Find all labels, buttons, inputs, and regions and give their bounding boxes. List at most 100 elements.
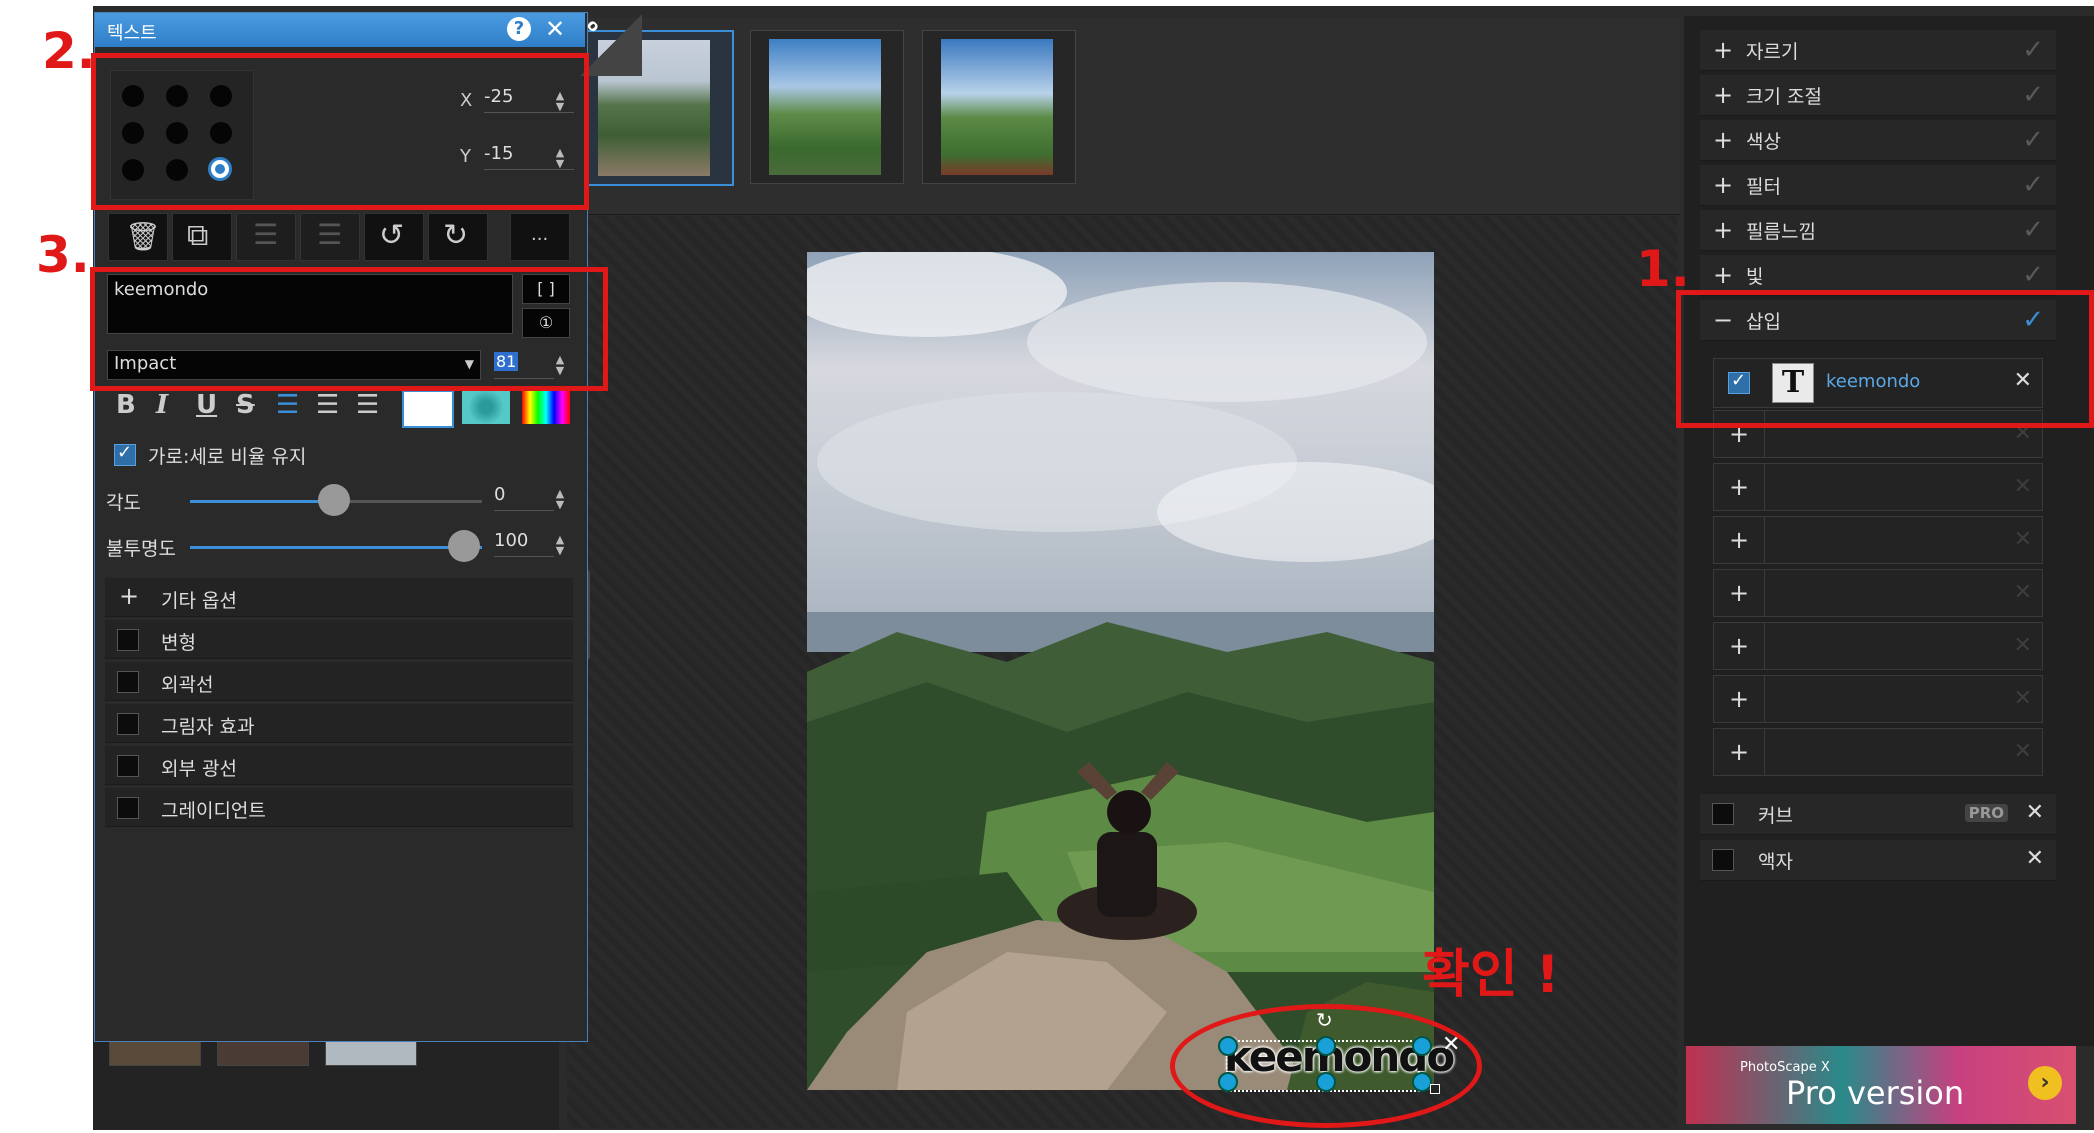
section-crop[interactable]: + 자르기 ✓ (1700, 30, 2056, 71)
opacity-slider-thumb[interactable] (448, 530, 480, 562)
opacity-label: 불투명도 (106, 538, 176, 560)
plus-icon: + (1714, 517, 1765, 563)
option-checkbox[interactable] (117, 713, 139, 735)
empty-insert-slot[interactable]: + ✕ (1713, 463, 2043, 511)
bring-forward-button[interactable]: ☰ (236, 213, 296, 261)
angle-spin-icon[interactable]: ▲ ▼ (554, 488, 566, 510)
section-frame[interactable]: 액자 ✕ (1700, 840, 2056, 881)
option-checkbox[interactable] (117, 629, 139, 651)
option-row[interactable]: 외곽선 (105, 662, 573, 701)
background-swatch[interactable] (462, 390, 510, 424)
annotation-label-2: 2. (42, 22, 96, 80)
option-row[interactable]: 그레이디언트 (105, 788, 573, 827)
curve-checkbox[interactable] (1712, 803, 1734, 825)
frame-checkbox[interactable] (1712, 849, 1734, 871)
option-row[interactable]: 변형 (105, 620, 573, 659)
delete-button[interactable]: 🗑 (108, 213, 168, 261)
section-label: 자르기 (1746, 40, 1799, 63)
pro-version-banner[interactable]: PhotoScape X Pro version › (1686, 1046, 2076, 1124)
section-resize[interactable]: + 크기 조절 ✓ (1700, 75, 2056, 116)
rotate-left-icon: ↺ (379, 218, 405, 253)
opacity-slider-track[interactable] (190, 546, 482, 549)
angle-value: 0 (494, 484, 506, 505)
opacity-value: 100 (494, 530, 529, 551)
section-label: 크기 조절 (1746, 85, 1822, 108)
plus-icon: + (1714, 676, 1765, 722)
check-icon: ✓ (2022, 35, 2044, 65)
annotation-box-2 (91, 53, 589, 210)
remove-item-icon[interactable]: ✕ (2026, 800, 2044, 825)
opacity-spin-icon[interactable]: ▲ ▼ (554, 534, 566, 556)
section-label: 필름느낌 (1746, 220, 1816, 243)
section-color[interactable]: + 색상 ✓ (1700, 120, 2056, 161)
thumbnail-bar (560, 18, 1680, 215)
plus-icon: + (1712, 261, 1734, 289)
empty-insert-slot[interactable]: + ✕ (1713, 569, 2043, 617)
thumbnail-image (769, 39, 881, 175)
section-film[interactable]: + 필름느낌 ✓ (1700, 210, 2056, 251)
close-icon[interactable]: ✕ (545, 15, 565, 43)
opacity-field[interactable]: 100 (494, 530, 554, 557)
text-color-swatch[interactable] (402, 390, 454, 428)
empty-insert-slot[interactable]: + ✕ (1713, 728, 2043, 776)
other-options-row[interactable]: + 기타 옵션 (105, 578, 573, 617)
duplicate-button[interactable]: ⧉ (172, 213, 232, 261)
plus-icon: + (1712, 36, 1734, 64)
plus-icon: + (1714, 570, 1765, 616)
option-checkbox[interactable] (117, 671, 139, 693)
remove-item-icon: ✕ (2013, 474, 2032, 499)
bold-button[interactable]: B (116, 390, 136, 420)
angle-field[interactable]: 0 (494, 484, 554, 511)
option-row[interactable]: 외부 광선 (105, 746, 573, 785)
keep-ratio-checkbox[interactable]: ✓ (114, 442, 136, 466)
empty-insert-slot[interactable]: + ✕ (1713, 622, 2043, 670)
plus-icon: + (1714, 464, 1765, 510)
plus-icon: + (1712, 126, 1734, 154)
annotation-box-3 (90, 267, 608, 391)
remove-item-icon: ✕ (2013, 527, 2032, 552)
option-label: 외곽선 (161, 674, 214, 696)
rotate-left-button[interactable]: ↺ (364, 213, 424, 261)
italic-button[interactable]: I (156, 390, 168, 420)
section-curve[interactable]: 커브 PRO ✕ (1700, 794, 2056, 835)
section-filter[interactable]: + 필터 ✓ (1700, 165, 2056, 206)
corner-ribbon: o (580, 14, 642, 76)
send-backward-button[interactable]: ☰ (300, 213, 360, 261)
thumbnail-3[interactable] (922, 30, 1076, 184)
edited-photo[interactable] (807, 252, 1434, 1090)
layer-up-icon: ☰ (253, 218, 279, 251)
underline-button[interactable]: U (196, 390, 217, 420)
strikethrough-button[interactable]: S (236, 390, 255, 420)
more-button[interactable]: ... (510, 213, 570, 261)
align-center-icon[interactable]: ☰ (316, 390, 339, 420)
angle-label: 각도 (106, 492, 141, 514)
layer-down-icon: ☰ (317, 218, 343, 251)
rotate-right-button[interactable]: ↻ (428, 213, 488, 261)
annotation-box-1 (1676, 290, 2094, 428)
remove-item-icon: ✕ (2013, 580, 2032, 605)
thumbnail-2[interactable] (750, 30, 904, 184)
align-left-icon[interactable]: ☰ (276, 390, 299, 420)
option-checkbox[interactable] (117, 797, 139, 819)
plus-icon: + (119, 582, 140, 610)
left-thumbnail-strip (93, 1030, 559, 1130)
remove-item-icon: ✕ (2013, 633, 2032, 658)
annotation-label-1: 1. (1636, 240, 1690, 298)
angle-slider-thumb[interactable] (318, 484, 350, 516)
color-picker-swatch[interactable] (522, 390, 570, 424)
option-row[interactable]: 그림자 효과 (105, 704, 573, 743)
align-right-icon[interactable]: ☰ (356, 390, 379, 420)
section-label: 액자 (1758, 850, 1793, 873)
dialog-title: 텍스트 (107, 23, 157, 44)
annotation-confirm: 확인 ! (1422, 945, 1560, 1005)
help-icon[interactable]: ? (507, 17, 531, 41)
empty-insert-slot[interactable]: + ✕ (1713, 675, 2043, 723)
dialog-titlebar[interactable]: 텍스트 ? ✕ (95, 13, 585, 47)
section-label: 필터 (1746, 175, 1781, 198)
option-label: 변형 (161, 632, 196, 654)
trash-icon: 🗑 (125, 220, 161, 253)
remove-item-icon[interactable]: ✕ (2026, 846, 2044, 871)
more-label: ... (531, 224, 549, 245)
option-checkbox[interactable] (117, 755, 139, 777)
empty-insert-slot[interactable]: + ✕ (1713, 516, 2043, 564)
